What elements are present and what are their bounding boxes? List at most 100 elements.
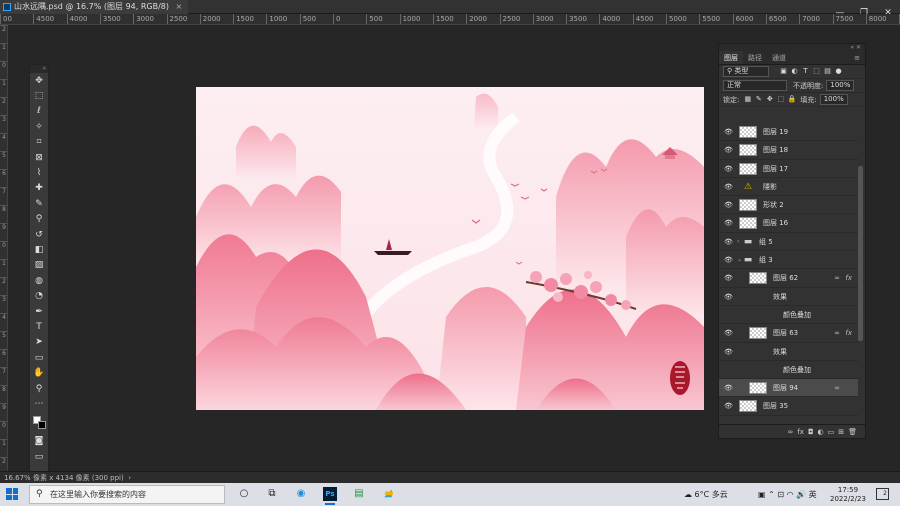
photoshop-app-icon[interactable]: Ps [322,486,338,505]
app-icon-green[interactable]: ▤ [351,486,367,502]
weather-widget[interactable]: ☁ 6°C 多云 [684,483,728,506]
link-icon[interactable]: ∞ [834,379,840,397]
eraser-tool-icon[interactable]: ◧ [30,242,48,257]
magic-wand-tool-icon[interactable]: ✧ [30,119,48,134]
lock-position-icon[interactable]: ✥ [765,95,774,104]
layer-list-scrollbar[interactable] [858,166,863,341]
file-explorer-icon[interactable]: ▬ [381,486,397,502]
layer-row[interactable]: 👁 图层 62 ∞ fx [719,269,858,288]
filter-smart-object-icon[interactable]: ▤ [823,67,832,76]
dodge-tool-icon[interactable]: ◔ [30,288,48,303]
layer-row[interactable]: 👁 图层 17 [719,160,858,178]
layer-row[interactable]: 👁 图层 19 [719,123,858,142]
layer-row[interactable]: 👁 图层 18 [719,141,858,160]
filter-type-icon[interactable]: T [801,67,810,76]
tab-layers[interactable]: 图层 [719,51,743,64]
fx-icon[interactable]: fx [845,324,852,342]
close-tab-icon[interactable]: × [176,2,183,11]
network-icon[interactable]: ⊡ [777,490,784,499]
visibility-eye-icon[interactable]: 👁 [724,402,733,410]
history-brush-tool-icon[interactable]: ↺ [30,227,48,242]
layer-row[interactable]: 👁 图层 35 [719,397,858,416]
panel-menu-icon[interactable]: ≡ [849,51,865,64]
eyedropper-tool-icon[interactable]: ⌇ [30,165,48,180]
blend-mode-select[interactable]: 正常 [723,80,787,91]
layer-row[interactable]: 👁 图层 63 ∞ fx [719,324,858,343]
visibility-eye-icon[interactable]: 👁 [724,165,733,173]
visibility-eye-icon[interactable]: 👁 [724,146,733,154]
move-tool-icon[interactable]: ✥ [30,73,48,88]
blur-tool-icon[interactable]: ◍ [30,273,48,288]
document-canvas[interactable] [196,87,704,410]
visibility-eye-icon[interactable]: 👁 [724,274,733,282]
layer-row[interactable]: 👁 图层 94 ∞ [719,379,858,398]
visibility-eye-icon[interactable]: 👁 [724,201,733,209]
ime-indicator[interactable]: 英 [809,490,817,499]
cortana-icon[interactable]: ○ [236,486,252,502]
visibility-eye-icon[interactable]: 👁 [724,183,733,191]
opacity-input[interactable]: 100% [826,80,855,91]
link-icon[interactable]: ∞ [834,324,840,342]
wifi-icon[interactable]: ◠ [787,490,794,499]
filter-kind-select[interactable]: ⚲ 类型 [723,66,769,77]
fx-icon[interactable]: fx [845,269,852,287]
layer-row[interactable]: 👁 效果 [719,288,858,306]
edge-browser-icon[interactable]: ◉ [293,486,309,502]
adjustment-layer-icon[interactable]: ◐ [818,428,824,436]
layer-row[interactable]: 👁 效果 [719,343,858,361]
screen-mode-icon[interactable]: ▭ [30,449,48,464]
visibility-eye-icon[interactable]: 👁 [724,329,733,337]
visibility-eye-icon[interactable]: 👁 [724,256,733,264]
tray-app-icon[interactable]: ▣ [758,490,766,499]
trash-icon[interactable]: 🗑 [848,428,857,436]
layer-row[interactable]: 颜色叠加 [719,306,858,325]
link-icon[interactable]: ∞ [834,269,840,287]
frame-tool-icon[interactable]: ⊠ [30,150,48,165]
tools-panel-grip[interactable]: » [30,65,48,73]
panel-grip[interactable]: « ✕ [719,44,865,51]
brush-tool-icon[interactable]: ✎ [30,196,48,211]
lock-artboard-icon[interactable]: ⬚ [776,95,785,104]
volume-icon[interactable]: 🔊 [796,490,806,499]
lock-all-icon[interactable]: 🔒 [787,95,797,104]
new-layer-icon[interactable]: ⊞ [838,428,844,436]
tab-paths[interactable]: 路径 [743,51,767,64]
visibility-eye-icon[interactable]: 👁 [724,293,733,301]
horizontal-ruler[interactable]: 00 4500 4000 3500 3000 2500 2000 1500 1000 500 0 50… [0,14,900,25]
show-hidden-icons[interactable]: ⌃ [768,490,775,499]
pen-tool-icon[interactable]: ✒ [30,304,48,319]
lock-transparency-icon[interactable]: ▦ [743,95,752,104]
gradient-tool-icon[interactable]: ▨ [30,258,48,273]
path-select-tool-icon[interactable]: ➤ [30,335,48,350]
group-expand-icon[interactable]: › [737,416,739,418]
type-tool-icon[interactable]: T [30,319,48,334]
layer-row[interactable]: 👁›▬组 1 [719,416,858,418]
fill-input[interactable]: 100% [819,94,848,105]
visibility-eye-icon[interactable]: 👁 [724,238,733,246]
notification-center-icon[interactable]: 2 [876,488,889,500]
shape-tool-icon[interactable]: ▭ [30,350,48,365]
layer-row[interactable]: 颜色叠加 [719,361,858,380]
visibility-eye-icon[interactable]: 👁 [724,128,733,136]
layer-row[interactable]: 👁 › ▬ 组 5 [719,233,858,252]
filter-shape-icon[interactable]: ⬚ [812,67,821,76]
hand-tool-icon[interactable]: ✋ [30,365,48,380]
windows-start-icon[interactable] [6,488,18,500]
filter-toggle-icon[interactable]: ● [834,67,843,76]
visibility-eye-icon[interactable]: 👁 [724,384,733,392]
task-view-icon[interactable]: ⧉ [264,486,280,502]
layer-row[interactable]: 👁 ⌄ ▬ 组 3 [719,251,858,270]
quick-mask-icon[interactable]: ◙ [30,434,48,449]
tab-channels[interactable]: 通道 [767,51,791,64]
lasso-tool-icon[interactable]: ℓ [30,104,48,119]
layer-row[interactable]: 👁 图层 16 [719,214,858,233]
layer-row[interactable]: 👁 形状 2 [719,196,858,215]
mores-tool-icon[interactable]: ⋯ [30,396,48,411]
vertical-ruler[interactable]: 2 1 0 1 2 3 4 5 6 7 8 9 0 1 2 3 4 5 6 7 8 9 0 1 2 [0,25,8,471]
visibility-eye-icon[interactable]: 👁 [724,219,733,227]
background-color-swatch[interactable] [38,420,46,429]
taskbar-search-input[interactable]: ⚲ 在这里输入你要搜索的内容 [29,485,225,504]
taskbar-clock[interactable]: 17:59 2022/2/23 [830,486,866,504]
link-layers-icon[interactable]: ∞ [788,428,794,436]
zoom-tool-icon[interactable]: ⚲ [30,381,48,396]
